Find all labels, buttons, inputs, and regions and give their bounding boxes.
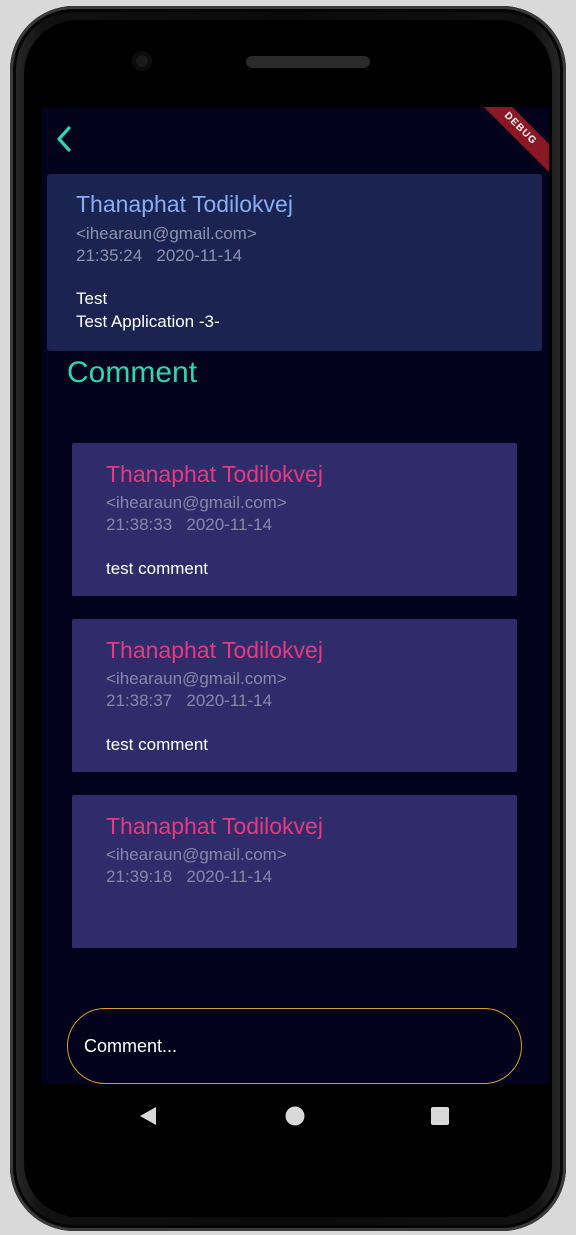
app-screen: DEBUG Thanaphat Todilokvej <ihearaun@gma… — [42, 107, 549, 1084]
comment-card: Thanaphat Todilokvej <ihearaun@gmail.com… — [72, 619, 517, 772]
chevron-left-icon — [57, 126, 71, 152]
back-button[interactable] — [50, 123, 78, 155]
comment-author-name: Thanaphat Todilokvej — [106, 461, 323, 487]
comment-input[interactable] — [67, 1008, 522, 1084]
comment-card: Thanaphat Todilokvej <ihearaun@gmail.com… — [72, 443, 517, 596]
system-nav-bar — [42, 1084, 549, 1146]
nav-home-button[interactable] — [281, 1102, 309, 1130]
nav-recents-button[interactable] — [426, 1102, 454, 1130]
post-title: Test — [76, 289, 108, 308]
triangle-back-icon — [140, 1107, 156, 1125]
comment-author-email: <ihearaun@gmail.com> — [106, 669, 287, 688]
comment-card: Thanaphat Todilokvej <ihearaun@gmail.com… — [72, 795, 517, 948]
comment-date: 2020-11-14 — [186, 691, 273, 710]
debug-banner: DEBUG — [474, 107, 549, 175]
comment-body: test comment — [106, 559, 209, 578]
post-author-email: <ihearaun@gmail.com> — [76, 224, 257, 243]
post-timestamp: 21:35:24 2020-11-14 — [76, 246, 242, 266]
comment-timestamp: 21:38:37 2020-11-14 — [106, 691, 272, 711]
comment-time: 21:38:33 — [106, 515, 173, 534]
comment-author-name: Thanaphat Todilokvej — [106, 637, 323, 663]
post-body: Test Application -3- — [76, 312, 220, 331]
post-date: 2020-11-14 — [156, 246, 243, 265]
square-recents-icon — [431, 1107, 449, 1125]
comment-author-email: <ihearaun@gmail.com> — [106, 845, 287, 864]
comment-time: 21:39:18 — [106, 867, 173, 886]
comment-timestamp: 21:39:18 2020-11-14 — [106, 867, 272, 887]
comments-heading: Comment — [67, 356, 198, 389]
nav-back-button[interactable] — [134, 1102, 162, 1130]
comment-author-email: <ihearaun@gmail.com> — [106, 493, 287, 512]
circle-home-icon — [285, 1106, 305, 1126]
comment-time: 21:38:37 — [106, 691, 173, 710]
front-camera — [132, 51, 152, 71]
earpiece-speaker — [246, 56, 370, 68]
post-time: 21:35:24 — [76, 246, 143, 265]
comment-body: test comment — [106, 735, 209, 754]
comment-timestamp: 21:38:33 2020-11-14 — [106, 515, 272, 535]
comment-date: 2020-11-14 — [186, 515, 273, 534]
post-author-name: Thanaphat Todilokvej — [76, 191, 293, 217]
comment-author-name: Thanaphat Todilokvej — [106, 813, 323, 839]
comment-date: 2020-11-14 — [186, 867, 273, 886]
